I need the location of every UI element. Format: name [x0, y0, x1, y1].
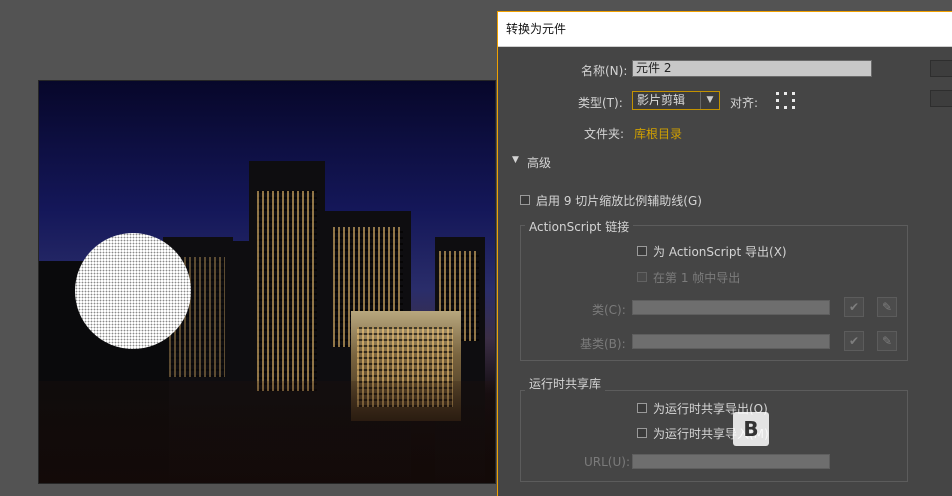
pencil-icon[interactable]: ✎	[877, 331, 897, 351]
checkmark-icon[interactable]: ✔	[844, 297, 864, 317]
ok-button[interactable]	[930, 60, 952, 77]
import-runtime-checkbox[interactable]	[637, 428, 647, 438]
type-label: 类型(T):	[578, 96, 623, 110]
dropdown-arrow-icon: ▼	[700, 92, 719, 109]
advanced-toggle[interactable]: 高级	[527, 154, 551, 171]
export-frame1-checkbox[interactable]	[637, 272, 647, 282]
class-input[interactable]	[632, 300, 830, 315]
dotted-circle-shape[interactable]	[75, 233, 191, 349]
dialog-title: 转换为元件	[498, 12, 952, 47]
class-label: 类(C):	[592, 303, 626, 317]
base-class-label: 基类(B):	[580, 337, 626, 351]
type-select[interactable]: 影片剪辑 ▼	[632, 91, 720, 110]
actionscript-group-title: ActionScript 链接	[525, 218, 634, 235]
watermark-logo: B	[733, 412, 769, 446]
url-input[interactable]	[632, 454, 830, 469]
export-runtime-checkbox[interactable]	[637, 403, 647, 413]
folder-label: 文件夹:	[584, 127, 625, 141]
street-area	[39, 381, 495, 483]
export-actionscript-checkbox[interactable]	[637, 246, 647, 256]
runtime-sharing-group-title: 运行时共享库	[525, 375, 606, 392]
type-select-value: 影片剪辑	[637, 93, 686, 107]
base-class-input[interactable]	[632, 334, 830, 349]
stage-canvas[interactable]	[38, 80, 496, 484]
pencil-icon[interactable]: ✎	[877, 297, 897, 317]
folder-link[interactable]: 库根目录	[634, 125, 682, 142]
enable-9slice-checkbox[interactable]	[520, 195, 530, 205]
name-label: 名称(N):	[581, 64, 628, 78]
cancel-button[interactable]	[930, 90, 952, 107]
triangle-down-icon[interactable]: ▼	[512, 155, 519, 165]
export-frame1-label: 在第 1 帧中导出	[653, 271, 741, 285]
align-grid-icon[interactable]	[776, 92, 796, 110]
export-actionscript-label: 为 ActionScript 导出(X)	[653, 245, 787, 259]
convert-to-symbol-dialog: 转换为元件 名称(N): 元件 2 类型(T): 影片剪辑 ▼ 对齐: 文件夹:…	[497, 11, 952, 496]
align-label: 对齐:	[730, 96, 759, 110]
name-input[interactable]: 元件 2	[632, 60, 872, 77]
url-label: URL(U):	[584, 455, 630, 469]
enable-9slice-label: 启用 9 切片缩放比例辅助线(G)	[536, 194, 702, 208]
checkmark-icon[interactable]: ✔	[844, 331, 864, 351]
